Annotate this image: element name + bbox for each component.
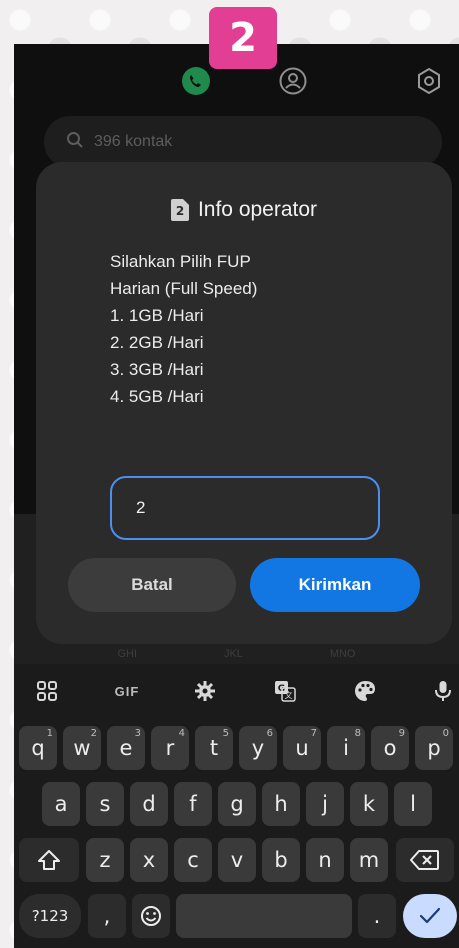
key-n[interactable]: n [306,838,344,882]
key-c[interactable]: c [174,838,212,882]
dialog-title: Info operator [197,198,318,221]
key-label: q [31,736,45,760]
key-label: i [343,736,349,760]
backspace-icon [410,850,439,870]
sim-slot-number: 2 [176,204,184,218]
reply-input-field[interactable]: 2 [110,476,380,540]
settings-icon[interactable] [414,66,444,96]
period-key[interactable]: . [358,894,396,938]
space-bar[interactable] [176,894,352,938]
enter-key[interactable] [403,894,457,938]
key-a[interactable]: a [42,782,80,826]
key-l[interactable]: l [394,782,432,826]
key-j[interactable]: j [306,782,344,826]
palette-icon[interactable] [352,678,378,704]
microphone-icon[interactable] [430,678,456,704]
svg-text:文: 文 [285,690,293,700]
key-hint: 0 [442,728,449,739]
key-s[interactable]: s [86,782,124,826]
key-e[interactable]: e3 [107,726,145,770]
backspace-key[interactable] [396,838,454,882]
key-i[interactable]: i8 [327,726,365,770]
gear-icon[interactable] [192,678,218,704]
key-label: w [73,736,91,760]
key-hint: 8 [354,728,361,739]
apps-grid-icon[interactable] [34,678,60,704]
key-hint: 1 [46,728,53,739]
key-p[interactable]: p0 [415,726,453,770]
checkmark-icon [419,907,441,924]
shift-key[interactable] [19,838,79,882]
key-hint: 9 [398,728,405,739]
operator-info-dialog: 2 Info operator Silahkan Pilih FUP Haria… [36,162,452,644]
key-label: y [251,736,265,760]
key-x[interactable]: x [130,838,168,882]
dialog-message: Silahkan Pilih FUP Harian (Full Speed) 1… [110,252,258,406]
reply-input-value: 2 [136,498,146,517]
emoji-key[interactable] [132,894,170,938]
emoji-icon [141,906,161,926]
search-icon [66,131,84,154]
key-hint: 7 [310,728,317,739]
key-label: o [383,736,397,760]
key-hint: 3 [134,728,141,739]
key-r[interactable]: r4 [151,726,189,770]
key-d[interactable]: d [130,782,168,826]
key-label: e [119,736,133,760]
shift-icon [38,850,60,870]
key-hint: 5 [222,728,229,739]
key-q[interactable]: q1 [19,726,57,770]
key-o[interactable]: o9 [371,726,409,770]
key-h[interactable]: h [262,782,300,826]
search-placeholder: 396 kontak [94,133,173,150]
on-screen-keyboard: GIF G 文 q 1 w 2 e 3 r 4 t 5 y 6 u 7 i 8 … [14,664,459,948]
key-hint: 2 [90,728,97,739]
sim-card-icon: 2 [170,199,189,221]
keyboard-toolbar: GIF G 文 [14,670,459,710]
contact-search-bar[interactable]: 396 kontak [44,116,442,168]
key-hint: 4 [178,728,185,739]
dialog-title-row: 2 Info operator [36,198,452,222]
phone-screen: 396 kontak GHI JKL MNO 2 Info operator S… [14,44,459,948]
contact-icon[interactable] [278,66,308,96]
key-b[interactable]: b [262,838,300,882]
comma-key[interactable]: , [88,894,126,938]
key-m[interactable]: m [350,838,388,882]
key-z[interactable]: z [86,838,124,882]
key-label: t [209,736,219,760]
symbols-key[interactable]: ?123 [19,894,81,938]
key-label: r [165,736,175,760]
key-label: u [295,736,309,760]
key-g[interactable]: g [218,782,256,826]
key-u[interactable]: u7 [283,726,321,770]
translate-icon[interactable]: G 文 [272,678,298,704]
gif-button[interactable]: GIF [110,678,144,704]
step-number-badge: 2 [209,7,277,69]
key-t[interactable]: t5 [195,726,233,770]
send-button[interactable]: Kirimkan [250,558,420,612]
cancel-button[interactable]: Batal [68,558,236,612]
key-y[interactable]: y6 [239,726,277,770]
key-v[interactable]: v [218,838,256,882]
key-k[interactable]: k [350,782,388,826]
key-hint: 6 [266,728,273,739]
key-f[interactable]: f [174,782,212,826]
key-label: p [427,736,441,760]
phone-icon[interactable] [181,66,211,96]
key-w[interactable]: w2 [63,726,101,770]
